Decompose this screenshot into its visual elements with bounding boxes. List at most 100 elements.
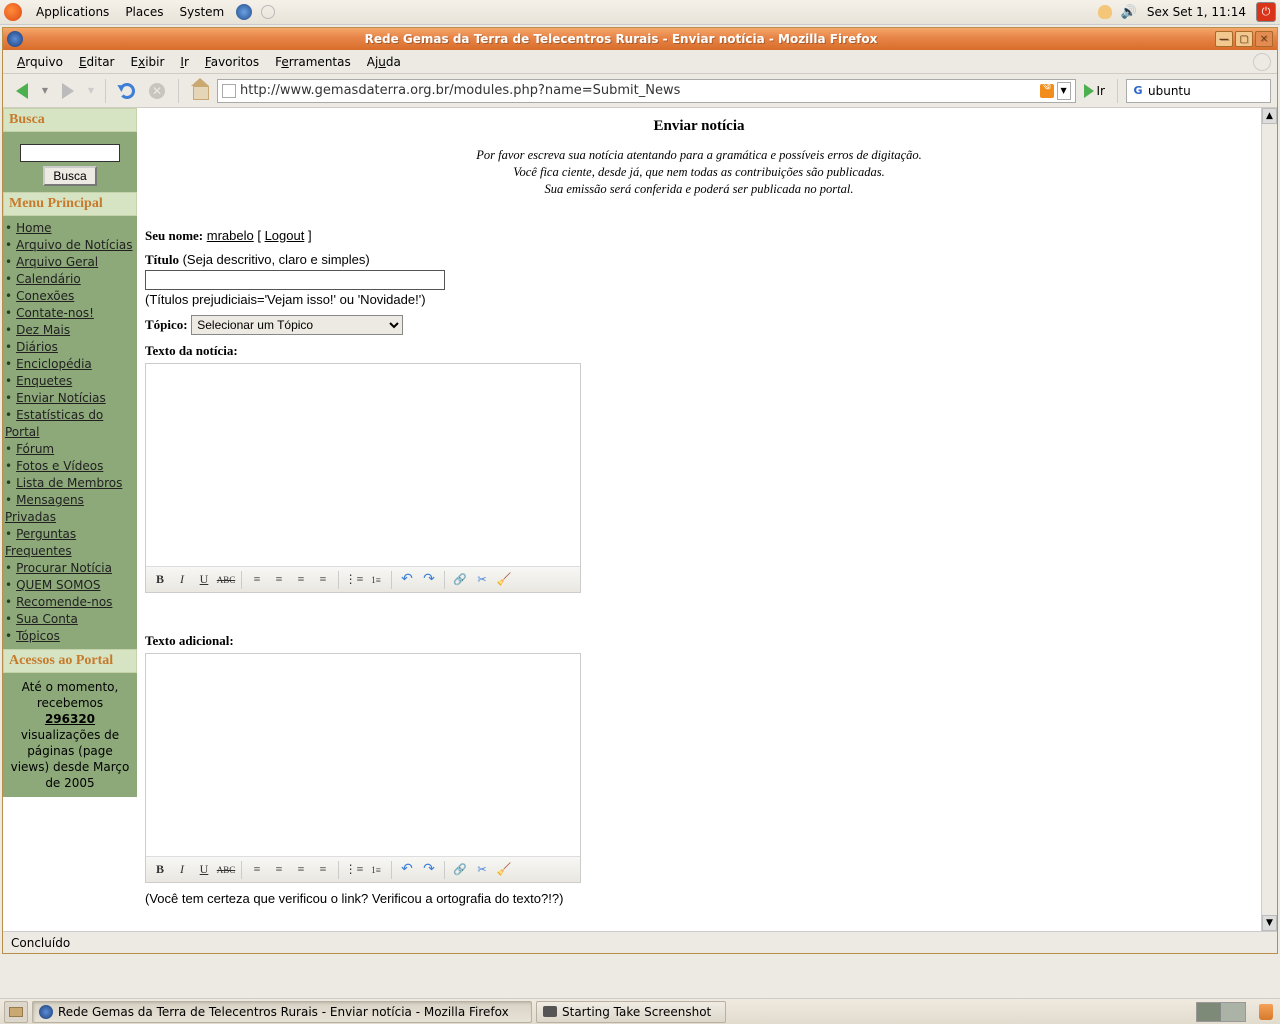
bold-button[interactable]: B xyxy=(150,570,170,590)
undo-button-2[interactable]: ↶ xyxy=(397,860,417,880)
user-icon[interactable] xyxy=(1096,3,1114,21)
italic-button[interactable]: I xyxy=(172,570,192,590)
adicional-textarea[interactable] xyxy=(146,654,580,856)
forward-button[interactable] xyxy=(55,78,81,104)
sidebar-link[interactable]: Enciclopédia xyxy=(16,357,92,371)
topico-select[interactable]: Selecionar um Tópico xyxy=(191,315,403,335)
unlink-button[interactable]: ✂ xyxy=(472,570,492,590)
sidebar-link[interactable]: Perguntas Frequentes xyxy=(5,527,76,558)
clean-button-2[interactable]: 🧹 xyxy=(494,860,514,880)
underline-button[interactable]: U xyxy=(194,570,214,590)
scroll-up-button[interactable]: ▲ xyxy=(1262,108,1277,124)
home-button[interactable] xyxy=(187,78,213,104)
close-button[interactable]: ✕ xyxy=(1255,31,1273,47)
search-box[interactable]: G ubuntu xyxy=(1126,79,1271,103)
applications-menu[interactable]: Applications xyxy=(28,2,117,22)
align-left-button-2[interactable]: ≡ xyxy=(247,860,267,880)
sidebar-link[interactable]: Enquetes xyxy=(16,374,72,388)
taskbar-screenshot[interactable]: Starting Take Screenshot xyxy=(536,1001,726,1023)
taskbar-firefox[interactable]: Rede Gemas da Terra de Telecentros Rurai… xyxy=(32,1001,532,1023)
bullet-list-button-2[interactable]: ⋮≡ xyxy=(344,860,364,880)
underline-button-2[interactable]: U xyxy=(194,860,214,880)
align-right-button-2[interactable]: ≡ xyxy=(291,860,311,880)
sidebar-link[interactable]: Diários xyxy=(16,340,58,354)
go-button[interactable]: Ir xyxy=(1080,84,1109,98)
sidebar-link[interactable]: Sua Conta xyxy=(16,612,78,626)
logout-link[interactable]: Logout xyxy=(265,228,305,243)
volume-icon[interactable]: 🔊 xyxy=(1120,3,1138,21)
menu-ferramentas[interactable]: Ferramentas xyxy=(267,52,359,72)
places-menu[interactable]: Places xyxy=(117,2,171,22)
menu-arquivo[interactable]: Arquivo xyxy=(9,52,71,72)
globe-icon[interactable] xyxy=(235,3,253,21)
link-button-2[interactable]: 🔗 xyxy=(450,860,470,880)
window-titlebar[interactable]: Rede Gemas da Terra de Telecentros Rurai… xyxy=(3,28,1277,50)
align-center-button-2[interactable]: ≡ xyxy=(269,860,289,880)
vertical-scrollbar[interactable]: ▲ ▼ xyxy=(1261,108,1277,931)
google-icon[interactable]: G xyxy=(1131,84,1145,98)
strike-button-2[interactable]: ABC xyxy=(216,860,236,880)
redo-button[interactable]: ↷ xyxy=(419,570,439,590)
redo-button-2[interactable]: ↷ xyxy=(419,860,439,880)
workspace-switcher[interactable] xyxy=(1196,1002,1246,1022)
minimize-button[interactable]: — xyxy=(1215,31,1233,47)
sidebar-link[interactable]: Dez Mais xyxy=(16,323,70,337)
italic-button-2[interactable]: I xyxy=(172,860,192,880)
sidebar-link[interactable]: Enviar Notícias xyxy=(16,391,106,405)
clock[interactable]: Sex Set 1, 11:14 xyxy=(1141,5,1252,19)
sidebar-link[interactable]: Conexões xyxy=(16,289,74,303)
search-input[interactable] xyxy=(20,144,120,162)
sidebar-link[interactable]: Estatísticas do Portal xyxy=(5,408,103,439)
menu-ajuda[interactable]: Ajuda xyxy=(359,52,409,72)
align-left-button[interactable]: ≡ xyxy=(247,570,267,590)
strike-button[interactable]: ABC xyxy=(216,570,236,590)
rss-icon[interactable]: ༄ xyxy=(1040,84,1054,98)
sidebar-link[interactable]: Mensagens Privadas xyxy=(5,493,84,524)
sidebar-link[interactable]: Tópicos xyxy=(16,629,60,643)
stop-button[interactable]: ✕ xyxy=(144,78,170,104)
ubuntu-logo-icon[interactable] xyxy=(4,3,22,21)
url-bar[interactable]: http://www.gemasdaterra.org.br/modules.p… xyxy=(217,79,1076,103)
sidebar-link[interactable]: Fórum xyxy=(16,442,54,456)
url-text[interactable]: http://www.gemasdaterra.org.br/modules.p… xyxy=(240,83,1040,98)
menu-favoritos[interactable]: Favoritos xyxy=(197,52,267,72)
sidebar-link[interactable]: QUEM SOMOS xyxy=(16,578,100,592)
search-value[interactable]: ubuntu xyxy=(1148,84,1266,98)
unlink-button-2[interactable]: ✂ xyxy=(472,860,492,880)
sidebar-link[interactable]: Contate-nos! xyxy=(16,306,94,320)
bold-button-2[interactable]: B xyxy=(150,860,170,880)
sidebar-link[interactable]: Home xyxy=(16,221,51,235)
number-list-button-2[interactable]: 1≡ xyxy=(366,860,386,880)
sidebar-link[interactable]: Fotos e Vídeos xyxy=(16,459,103,473)
align-right-button[interactable]: ≡ xyxy=(291,570,311,590)
scroll-down-button[interactable]: ▼ xyxy=(1262,915,1277,931)
sidebar-link[interactable]: Arquivo Geral xyxy=(16,255,98,269)
titulo-input[interactable] xyxy=(145,270,445,290)
menu-editar[interactable]: Editar xyxy=(71,52,123,72)
texto-textarea[interactable] xyxy=(146,364,580,566)
align-justify-button-2[interactable]: ≡ xyxy=(313,860,333,880)
forward-dropdown[interactable]: ▼ xyxy=(85,78,97,104)
link-button[interactable]: 🔗 xyxy=(450,570,470,590)
maximize-button[interactable]: ▢ xyxy=(1235,31,1253,47)
clean-button[interactable]: 🧹 xyxy=(494,570,514,590)
system-menu[interactable]: System xyxy=(171,2,232,22)
reload-button[interactable] xyxy=(114,78,140,104)
trash-icon[interactable] xyxy=(1256,1002,1276,1022)
undo-button[interactable]: ↶ xyxy=(397,570,417,590)
workspace-1[interactable] xyxy=(1197,1003,1221,1021)
help-icon[interactable] xyxy=(259,3,277,21)
back-dropdown[interactable]: ▼ xyxy=(39,78,51,104)
sidebar-link[interactable]: Arquivo de Notícias xyxy=(16,238,132,252)
align-center-button[interactable]: ≡ xyxy=(269,570,289,590)
sidebar-link[interactable]: Lista de Membros xyxy=(16,476,122,490)
align-justify-button[interactable]: ≡ xyxy=(313,570,333,590)
sidebar-link[interactable]: Recomende-nos xyxy=(16,595,112,609)
url-dropdown[interactable]: ▼ xyxy=(1057,82,1071,100)
show-desktop-button[interactable] xyxy=(4,1001,28,1023)
back-button[interactable] xyxy=(9,78,35,104)
busca-button[interactable]: Busca xyxy=(43,166,96,186)
number-list-button[interactable]: 1≡ xyxy=(366,570,386,590)
sidebar-link[interactable]: Procurar Notícia xyxy=(16,561,112,575)
menu-exibir[interactable]: Exibir xyxy=(123,52,173,72)
